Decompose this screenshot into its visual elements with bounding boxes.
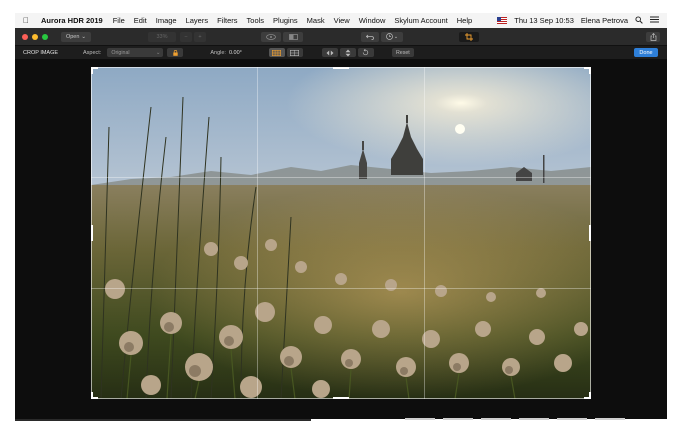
crop-frame[interactable] [91, 67, 591, 399]
rotate-icon [363, 49, 369, 56]
app-toolbar: Open ⌄ 33% − + ⌄ [15, 28, 667, 45]
zoom-select[interactable]: 33% [148, 31, 176, 42]
compare-icon [288, 33, 298, 40]
crop-handle-bottom-left[interactable] [91, 392, 98, 399]
crop-handle-top-left[interactable] [91, 67, 98, 74]
dock-strip [405, 416, 667, 421]
app-menu[interactable]: Aurora HDR 2019 [41, 16, 103, 25]
menu-mask[interactable]: Mask [307, 16, 325, 25]
flip-horizontal-button[interactable] [321, 48, 338, 57]
chevron-down-icon: ⌄ [393, 33, 399, 40]
preview-button[interactable] [261, 31, 281, 42]
menu-skylum-account[interactable]: Skylum Account [394, 16, 447, 25]
plus-icon: + [198, 33, 202, 40]
aspect-value: Original [111, 49, 130, 56]
menubar-clock[interactable]: Thu 13 Sep 10:53 [514, 16, 574, 25]
menu-help[interactable]: Help [457, 16, 472, 25]
crop-handle-top[interactable] [333, 67, 349, 69]
rotate-button[interactable] [357, 48, 374, 57]
share-button[interactable] [646, 31, 660, 42]
crop-handle-top-right[interactable] [584, 67, 591, 74]
compare-button[interactable] [283, 31, 303, 42]
zoom-window-button[interactable] [42, 33, 48, 40]
open-button-label: Open [65, 33, 80, 40]
crop-handle-bottom[interactable] [333, 397, 349, 399]
crop-tool-button[interactable] [459, 31, 479, 42]
dock-item [405, 417, 435, 420]
grid-icon [290, 49, 300, 56]
zoom-out-button[interactable]: − [180, 31, 192, 42]
crop-handle-right[interactable] [589, 225, 591, 241]
chevron-down-icon: ⌄ [155, 49, 161, 56]
golden-grid-button[interactable] [286, 48, 303, 57]
eye-icon [266, 33, 276, 40]
minus-icon: − [184, 33, 188, 40]
dock-item [481, 417, 511, 420]
angle-value[interactable]: 0.00° [229, 50, 242, 56]
menu-plugins[interactable]: Plugins [273, 16, 298, 25]
done-label: Done [639, 49, 653, 56]
aspect-select[interactable]: Original ⌄ [107, 48, 164, 57]
crop-handle-left[interactable] [91, 225, 93, 241]
menu-edit[interactable]: Edit [134, 16, 147, 25]
flip-horizontal-icon [326, 50, 334, 55]
panel-divider [15, 419, 311, 421]
lock-icon [173, 49, 178, 56]
dock-item [519, 417, 549, 420]
done-button[interactable]: Done [634, 48, 658, 57]
crop-handle-bottom-right[interactable] [584, 392, 591, 399]
thirds-grid-button[interactable] [268, 48, 285, 57]
photo-landscape[interactable] [91, 67, 591, 399]
list-menu-icon[interactable] [650, 16, 659, 25]
aspect-lock-button[interactable] [167, 48, 184, 57]
image-canvas[interactable] [15, 59, 667, 419]
minimize-window-button[interactable] [32, 33, 38, 40]
undo-button[interactable] [361, 31, 379, 42]
menubar-user[interactable]: Elena Petrova [581, 16, 628, 25]
reset-label: Reset [395, 49, 410, 56]
reset-button[interactable]: Reset [391, 48, 414, 57]
search-icon[interactable] [635, 15, 643, 26]
window-controls [22, 33, 48, 40]
menu-image[interactable]: Image [156, 16, 177, 25]
flip-vertical-icon [345, 49, 351, 56]
dock-item [557, 417, 587, 420]
menu-filters[interactable]: Filters [217, 16, 237, 25]
angle-label: Angle: [210, 49, 226, 56]
dock-item [595, 417, 625, 420]
menu-view[interactable]: View [334, 16, 350, 25]
chevron-down-icon: ⌄ [81, 33, 87, 40]
menu-bar:  Aurora HDR 2019 File Edit Image Layers… [15, 13, 667, 28]
crop-icon [465, 32, 473, 41]
aspect-label: Aspect: [83, 49, 102, 56]
menu-window[interactable]: Window [359, 16, 386, 25]
apple-icon[interactable]:  [23, 16, 37, 25]
crop-image-title: CROP IMAGE [23, 49, 59, 56]
history-button[interactable]: ⌄ [381, 31, 403, 42]
us-flag-icon[interactable] [497, 17, 508, 24]
flip-vertical-button[interactable] [339, 48, 356, 57]
open-button[interactable]: Open ⌄ [61, 31, 91, 42]
dock-item [443, 417, 473, 420]
close-window-button[interactable] [22, 33, 28, 40]
zoom-in-button[interactable]: + [194, 31, 206, 42]
zoom-value: 33% [156, 33, 168, 40]
menu-file[interactable]: File [113, 16, 125, 25]
clock-icon [386, 33, 393, 40]
undo-icon [366, 34, 374, 40]
grid-icon [272, 49, 282, 56]
share-icon [650, 32, 656, 41]
crop-options-bar: CROP IMAGE Aspect: Original ⌄ Angle: 0.0… [15, 45, 667, 59]
menu-layers[interactable]: Layers [186, 16, 209, 25]
menu-tools[interactable]: Tools [247, 16, 265, 25]
